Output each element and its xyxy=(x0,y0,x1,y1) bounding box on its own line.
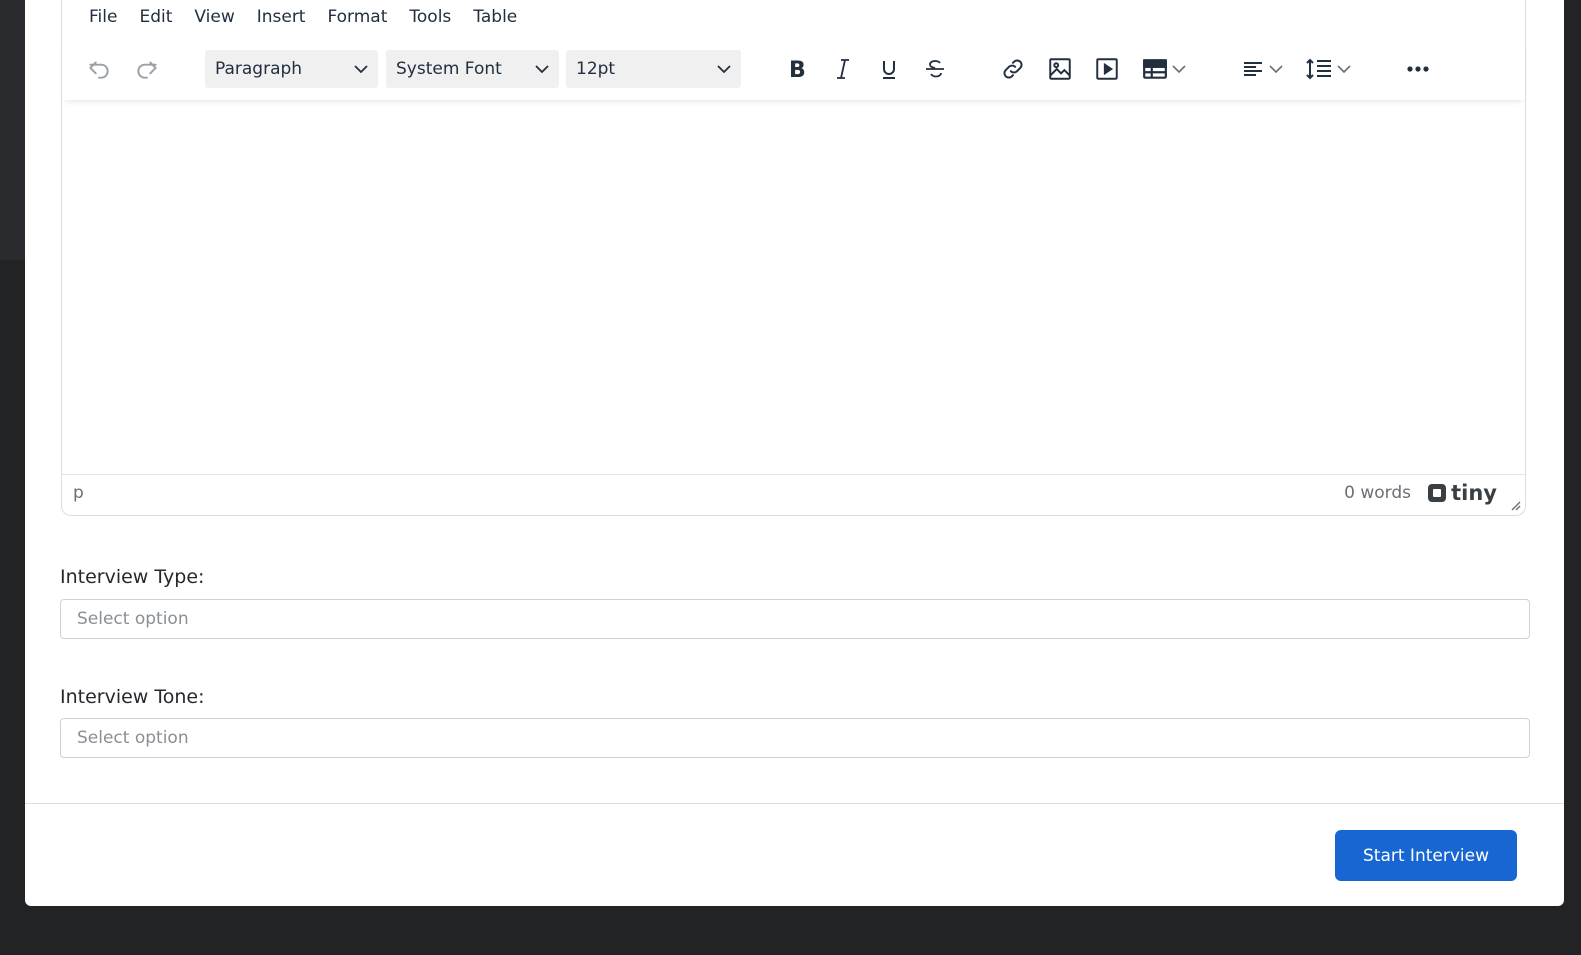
strikethrough-button[interactable] xyxy=(920,50,950,88)
bold-button[interactable]: B xyxy=(782,50,812,88)
interview-tone-select[interactable]: Select option xyxy=(60,718,1530,758)
element-path[interactable]: p xyxy=(73,483,84,503)
svg-text:B: B xyxy=(789,58,806,81)
interview-tone-placeholder: Select option xyxy=(77,728,189,748)
link-icon xyxy=(1003,59,1023,79)
block-format-select[interactable]: Paragraph xyxy=(205,50,378,88)
align-button[interactable] xyxy=(1237,50,1287,88)
tiny-brand-text: tiny xyxy=(1451,481,1497,505)
tiny-logo-icon xyxy=(1428,484,1447,502)
interview-type-select[interactable]: Select option xyxy=(60,599,1530,639)
menu-insert[interactable]: Insert xyxy=(246,7,317,27)
menu-view[interactable]: View xyxy=(183,7,245,27)
interview-tone-label: Interview Tone: xyxy=(60,686,205,708)
align-left-icon xyxy=(1244,62,1262,76)
footer-divider xyxy=(25,803,1564,804)
word-count[interactable]: 0 words xyxy=(1344,483,1411,503)
more-icon xyxy=(1407,66,1429,72)
chevron-down-icon xyxy=(354,65,368,74)
table-icon xyxy=(1143,59,1167,79)
interview-modal: File Edit View Insert Format Tools Table… xyxy=(25,0,1564,906)
bold-icon: B xyxy=(789,58,806,81)
table-button[interactable] xyxy=(1138,50,1190,88)
image-icon xyxy=(1049,58,1071,80)
image-button[interactable] xyxy=(1045,50,1075,88)
block-format-value: Paragraph xyxy=(215,59,303,79)
link-button[interactable] xyxy=(998,50,1028,88)
editor-statusbar: p 0 words tiny xyxy=(62,474,1525,515)
strikethrough-icon xyxy=(926,60,944,78)
font-size-select[interactable]: 12pt xyxy=(566,50,741,88)
chevron-down-icon xyxy=(717,65,731,74)
underline-icon xyxy=(883,61,895,79)
media-button[interactable] xyxy=(1092,50,1122,88)
menu-file[interactable]: File xyxy=(78,7,128,27)
interview-type-label: Interview Type: xyxy=(60,566,205,588)
start-interview-button[interactable]: Start Interview xyxy=(1335,830,1517,881)
undo-icon xyxy=(89,61,109,79)
italic-icon xyxy=(837,59,849,79)
font-size-value: 12pt xyxy=(576,59,616,79)
line-height-button[interactable] xyxy=(1302,50,1354,88)
underline-button[interactable] xyxy=(874,50,904,88)
chevron-down-icon xyxy=(535,65,549,74)
interview-type-placeholder: Select option xyxy=(77,609,189,629)
italic-button[interactable] xyxy=(828,50,858,88)
menu-tools[interactable]: Tools xyxy=(398,7,462,27)
resize-handle-icon[interactable] xyxy=(1509,499,1521,511)
editor-toolbar: Paragraph System Font 12pt B xyxy=(62,38,1525,100)
chevron-down-icon xyxy=(1269,65,1283,74)
menu-format[interactable]: Format xyxy=(316,7,398,27)
backdrop xyxy=(0,0,25,260)
menu-table[interactable]: Table xyxy=(462,7,528,27)
tiny-logo[interactable]: tiny xyxy=(1427,481,1497,505)
font-family-value: System Font xyxy=(396,59,502,79)
redo-icon xyxy=(137,61,157,79)
chevron-down-icon xyxy=(1337,65,1351,74)
rich-text-editor: File Edit View Insert Format Tools Table… xyxy=(61,0,1526,516)
editor-menubar: File Edit View Insert Format Tools Table xyxy=(62,0,1525,34)
chevron-down-icon xyxy=(1172,65,1186,74)
media-icon xyxy=(1096,58,1118,80)
redo-button[interactable] xyxy=(132,50,162,88)
font-family-select[interactable]: System Font xyxy=(386,50,559,88)
menu-edit[interactable]: Edit xyxy=(128,7,183,27)
undo-button[interactable] xyxy=(84,50,114,88)
line-height-icon xyxy=(1306,58,1331,80)
editor-content-area[interactable] xyxy=(62,100,1525,475)
more-button[interactable] xyxy=(1402,50,1434,88)
